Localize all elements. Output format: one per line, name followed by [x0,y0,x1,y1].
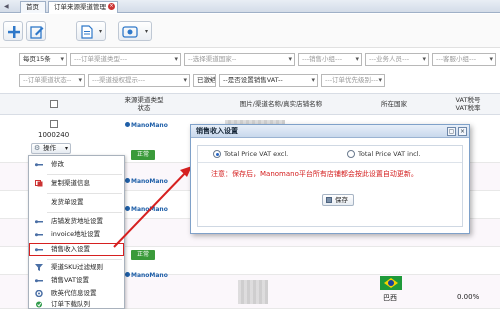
save-notice: 注意：保存后，Manomano平台所有店铺都会按此设置自动更新。 [211,170,418,178]
dialog-minimize-icon[interactable]: ▢ [447,127,456,136]
brazil-flag-globe-icon [388,280,394,286]
dialog-title: 销售收入设置 [191,125,469,138]
save-button-label: 保存 [335,196,348,204]
save-icon [326,197,332,203]
vat-option-group: Total Price VAT excl. Total Price VAT in… [198,146,462,163]
vat-excl-label[interactable]: Total Price VAT excl. [224,150,288,159]
dialog-close-icon[interactable]: × [458,127,467,136]
save-button[interactable]: 保存 [322,194,354,206]
dialog-body: Total Price VAT excl. Total Price VAT in… [197,145,463,227]
vat-incl-radio[interactable] [347,150,355,158]
vat-excl-radio[interactable] [213,150,221,158]
sales-income-dialog: 销售收入设置 ▢ × Total Price VAT excl. Total P… [190,124,470,234]
vat-incl-label[interactable]: Total Price VAT incl. [358,150,421,159]
